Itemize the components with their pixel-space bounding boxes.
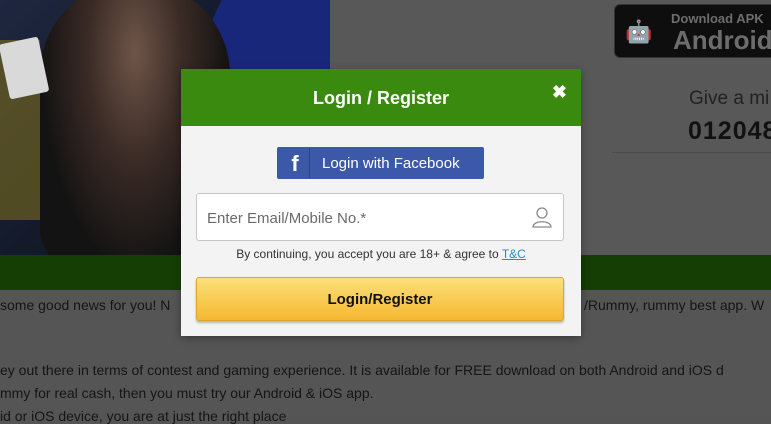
terms-text: By continuing, you accept you are 18+ & … <box>236 247 502 261</box>
modal-header: Login / Register ✖ <box>181 69 581 126</box>
user-icon <box>532 207 552 228</box>
email-mobile-input[interactable] <box>205 204 529 232</box>
download-apk-badge[interactable]: 🤖 Download APK Android <box>614 4 771 58</box>
apk-badge-line1: Download APK <box>671 11 764 26</box>
close-icon[interactable]: ✖ <box>552 82 567 103</box>
modal-title: Login / Register <box>312 88 449 108</box>
login-register-modal: Login / Register ✖ f Login with Facebook… <box>181 69 581 336</box>
android-icon: 🤖 <box>625 19 653 44</box>
phone-number: 012048 <box>688 117 771 145</box>
facebook-button-label: Login with Facebook <box>322 155 460 172</box>
divider <box>612 152 771 153</box>
article-line: mmy for real cash, then you must try our… <box>0 385 374 401</box>
modal-body: f Login with Facebook By continuing, you… <box>181 126 581 336</box>
terms-notice: By continuing, you accept you are 18+ & … <box>181 247 581 261</box>
give-missed-call-text: Give a mi <box>689 88 770 109</box>
article-line: id or iOS device, you are at just the ri… <box>0 408 287 424</box>
apk-badge-line2: Android <box>673 25 771 55</box>
article-line: /Rummy, rummy best app. W <box>584 297 765 313</box>
article-line: some good news for you! N <box>0 297 171 313</box>
email-mobile-field[interactable] <box>196 193 564 241</box>
login-register-button[interactable]: Login/Register <box>196 277 564 321</box>
article-line: ey out there in terms of contest and gam… <box>0 362 724 378</box>
login-with-facebook-button[interactable]: f Login with Facebook <box>277 147 484 179</box>
facebook-icon: f <box>281 148 310 178</box>
terms-link[interactable]: T&C <box>502 247 526 261</box>
login-register-label: Login/Register <box>327 291 433 308</box>
playing-card-image <box>0 36 50 100</box>
